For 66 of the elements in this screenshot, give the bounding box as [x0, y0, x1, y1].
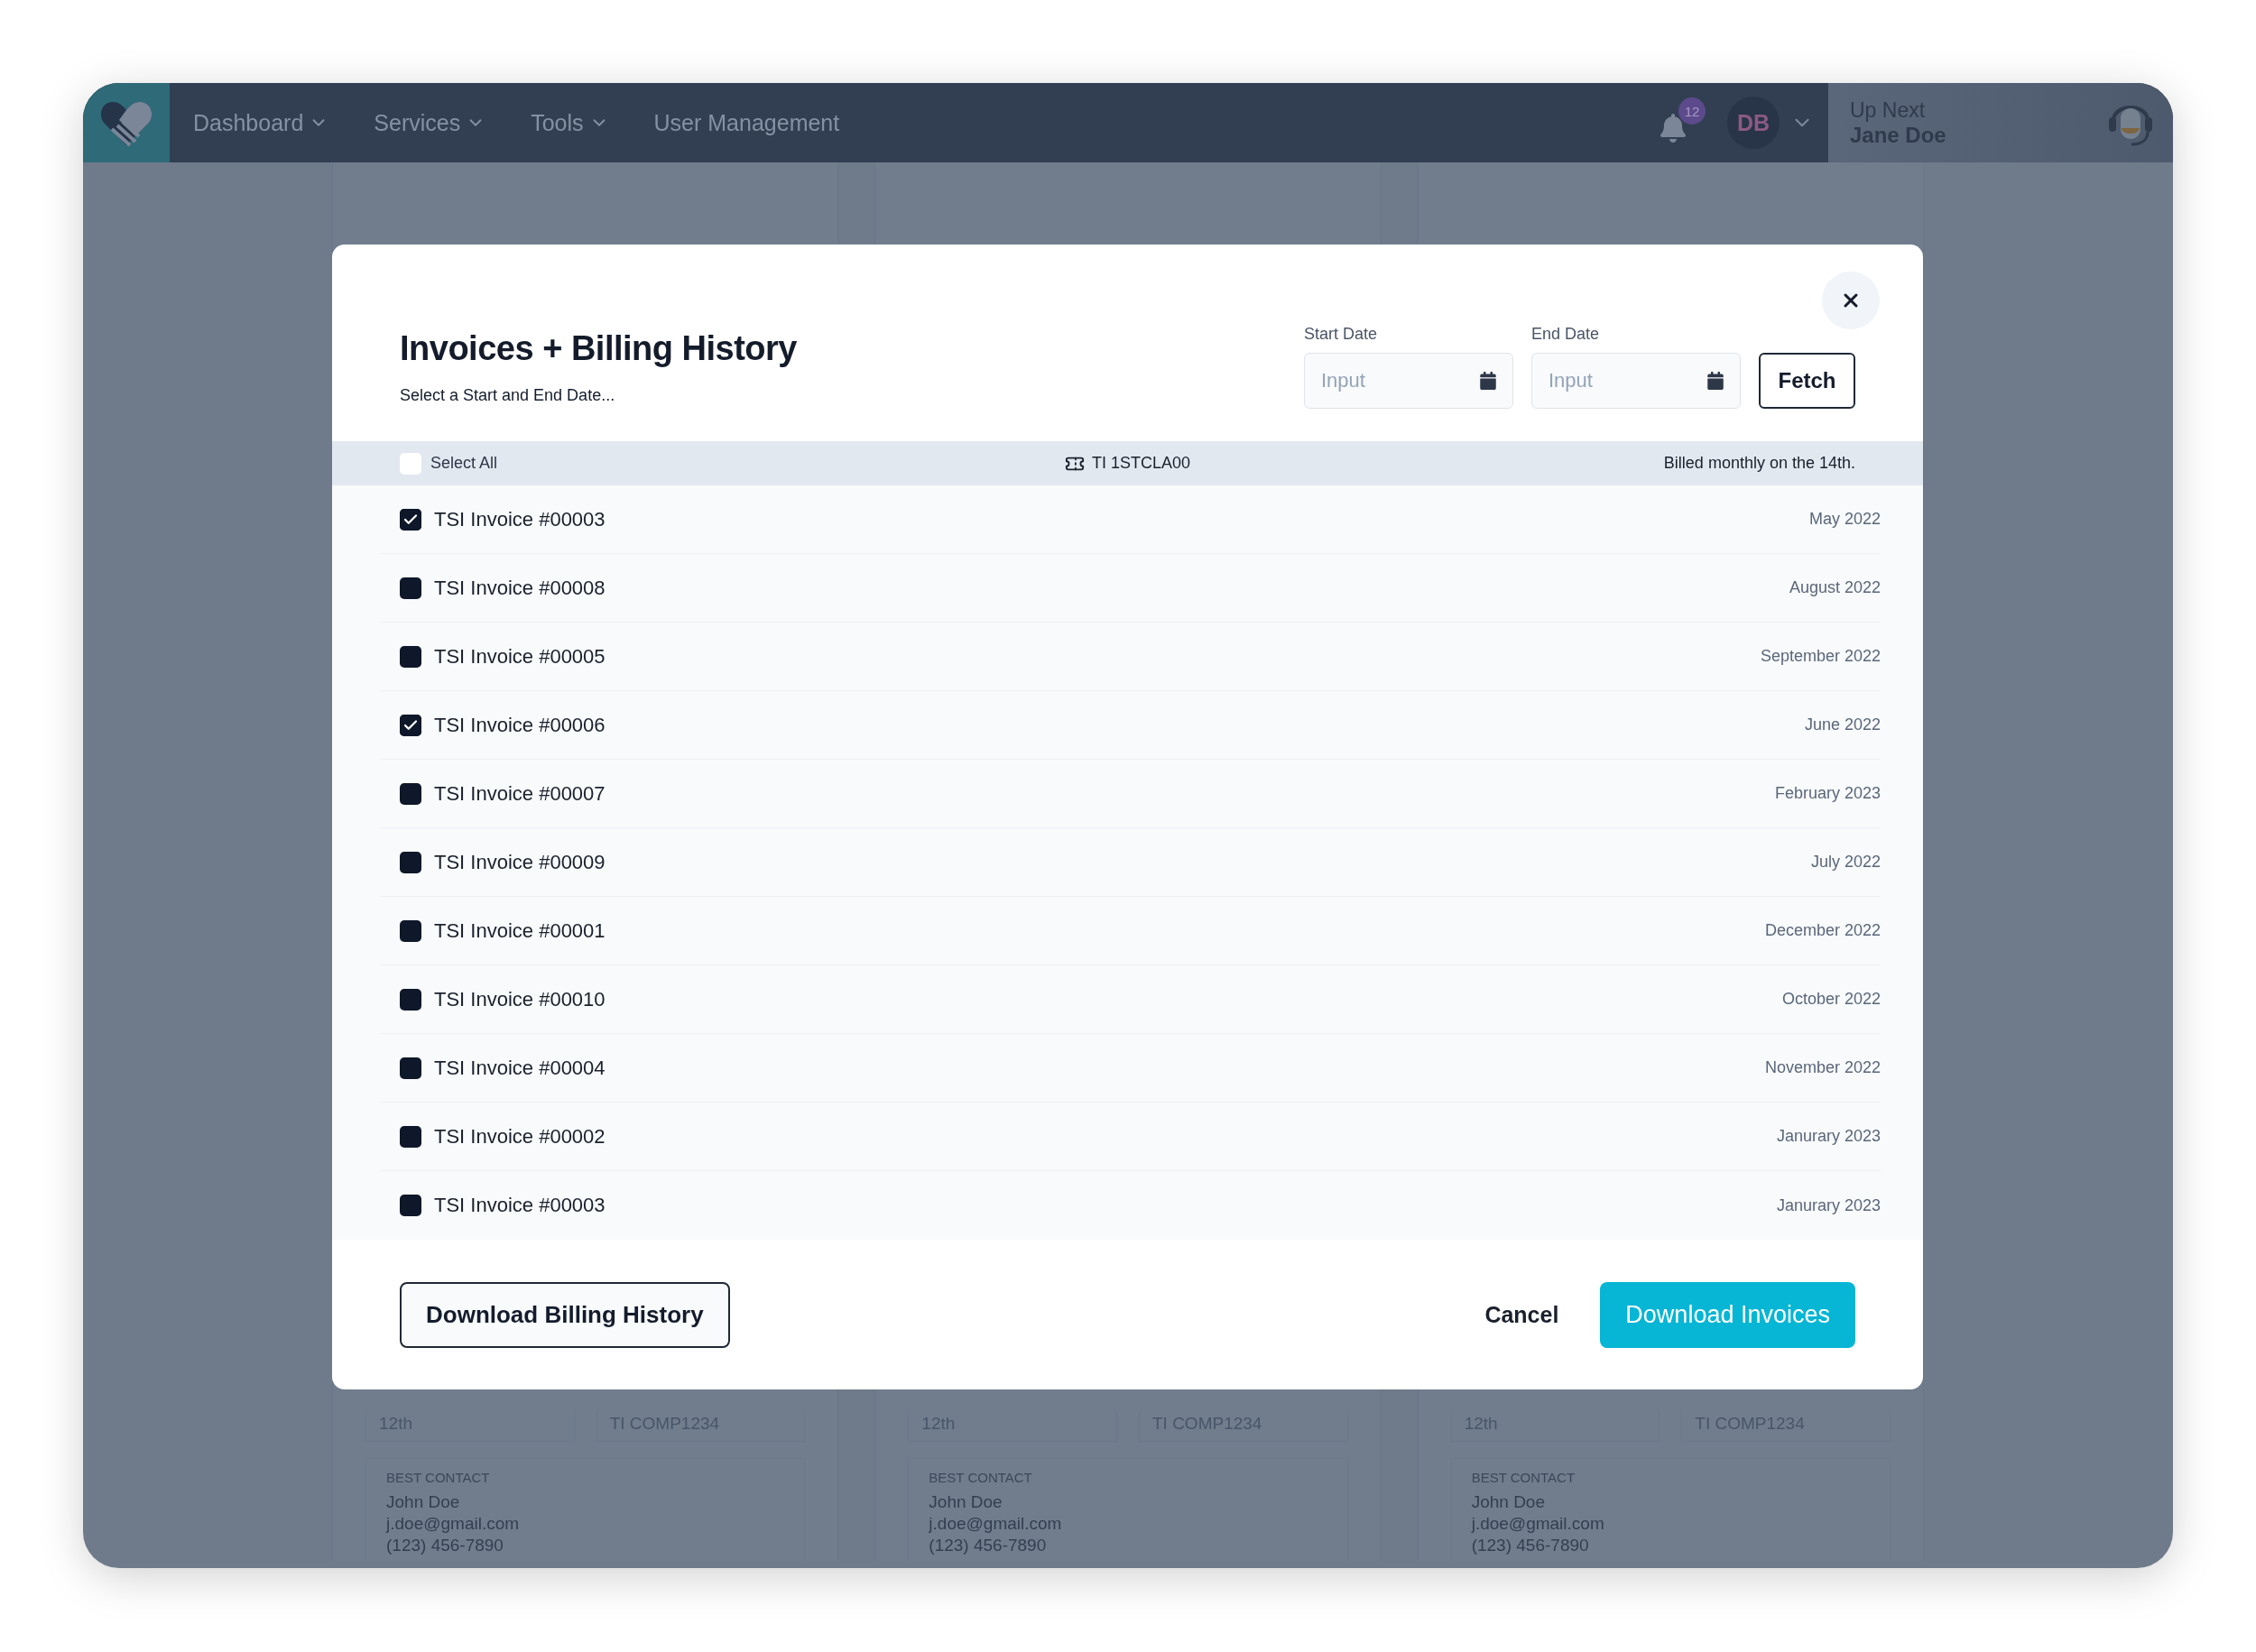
- invoice-date: September 2022: [1760, 647, 1881, 666]
- invoice-name: TSI Invoice #00003: [434, 507, 606, 531]
- contact-phone: (123) 456-7890: [1471, 1536, 1590, 1555]
- logo-tile[interactable]: [83, 83, 170, 162]
- invoice-date: August 2022: [1789, 578, 1881, 597]
- contact-email: j.doe@gmail.com: [929, 1514, 1063, 1534]
- invoice-name: TSI Invoice #00009: [434, 850, 606, 874]
- date-input-field[interactable]: Input: [1304, 353, 1513, 409]
- invoice-name: TSI Invoice #00006: [434, 713, 606, 737]
- nav-menu-item[interactable]: Dashboard: [193, 109, 329, 136]
- invoice-name: TSI Invoice #00010: [434, 987, 606, 1011]
- date-label: End Date: [1531, 325, 1601, 344]
- calendar-icon[interactable]: [1479, 372, 1497, 390]
- checkbox[interactable]: [400, 782, 421, 805]
- checkbox[interactable]: [400, 851, 421, 873]
- checkbox[interactable]: [400, 452, 421, 475]
- invoice-date: Janurary 2023: [1776, 1195, 1881, 1215]
- invoice-date: May 2022: [1808, 510, 1881, 529]
- cancel-button[interactable]: Cancel: [1479, 1300, 1565, 1329]
- contact-phone: (123) 456-7890: [386, 1536, 504, 1555]
- date-label: Start Date: [1304, 325, 1379, 344]
- checkbox[interactable]: [400, 919, 421, 942]
- contact-email: j.doe@gmail.com: [386, 1514, 521, 1534]
- invoice-name: TSI Invoice #00008: [434, 576, 606, 600]
- fetch-button[interactable]: Fetch: [1759, 353, 1855, 409]
- invoice-date: October 2022: [1781, 990, 1881, 1009]
- checkbox[interactable]: [400, 645, 421, 668]
- invoice-name: TSI Invoice #00003: [434, 1194, 606, 1217]
- invoice-name: TSI Invoice #00004: [434, 1056, 606, 1080]
- checkbox[interactable]: [400, 577, 421, 599]
- contact-name: John Doe: [386, 1492, 461, 1512]
- checkbox[interactable]: [400, 714, 421, 736]
- contact-phone: (123) 456-7890: [929, 1536, 1048, 1555]
- calendar-icon[interactable]: [1706, 372, 1724, 390]
- invoice-date: November 2022: [1764, 1058, 1881, 1077]
- dialog-title: Invoices + Billing History: [400, 329, 798, 368]
- checkbox[interactable]: [400, 508, 421, 531]
- invoice-name: TSI Invoice #00001: [434, 918, 606, 943]
- invoice-date: Janurary 2023: [1776, 1127, 1881, 1146]
- bell-icon[interactable]: [1659, 114, 1687, 143]
- invoice-date: December 2022: [1764, 921, 1881, 940]
- contact-name: John Doe: [929, 1492, 1003, 1512]
- checkbox[interactable]: [400, 988, 421, 1011]
- contact-email: j.doe@gmail.com: [1471, 1514, 1605, 1534]
- invoice-date: February 2023: [1774, 784, 1881, 803]
- invoice-date: July 2022: [1810, 853, 1881, 872]
- contact-name: John Doe: [1471, 1492, 1546, 1512]
- invoice-name: TSI Invoice #00007: [434, 781, 606, 806]
- nav-menu-item[interactable]: Tools: [531, 109, 609, 136]
- billing-note: Billed monthly on the 14th.: [1663, 454, 1855, 473]
- download-invoices-button[interactable]: Download Invoices: [1600, 1281, 1855, 1348]
- dialog-subtitle: Select a Start and End Date...: [400, 386, 616, 405]
- account-code: TI 1STCLA00: [1091, 454, 1190, 473]
- invoice-name: TSI Invoice #00005: [434, 644, 606, 669]
- checkbox[interactable]: [400, 1125, 421, 1148]
- nav-menu-item[interactable]: Services: [374, 109, 486, 136]
- download-billing-history-button[interactable]: Download Billing History: [400, 1281, 730, 1348]
- nav-menu-item[interactable]: User Management: [653, 109, 840, 136]
- date-input-field[interactable]: Input: [1531, 353, 1741, 409]
- checkbox[interactable]: [400, 1057, 421, 1079]
- select-all-label: Select All: [430, 454, 498, 473]
- user-avatar[interactable]: DB: [1727, 97, 1780, 149]
- checkbox[interactable]: [400, 1195, 421, 1216]
- invoice-date: June 2022: [1804, 715, 1881, 734]
- notification-badge: 12: [1678, 97, 1706, 125]
- invoice-name: TSI Invoice #00002: [434, 1124, 606, 1149]
